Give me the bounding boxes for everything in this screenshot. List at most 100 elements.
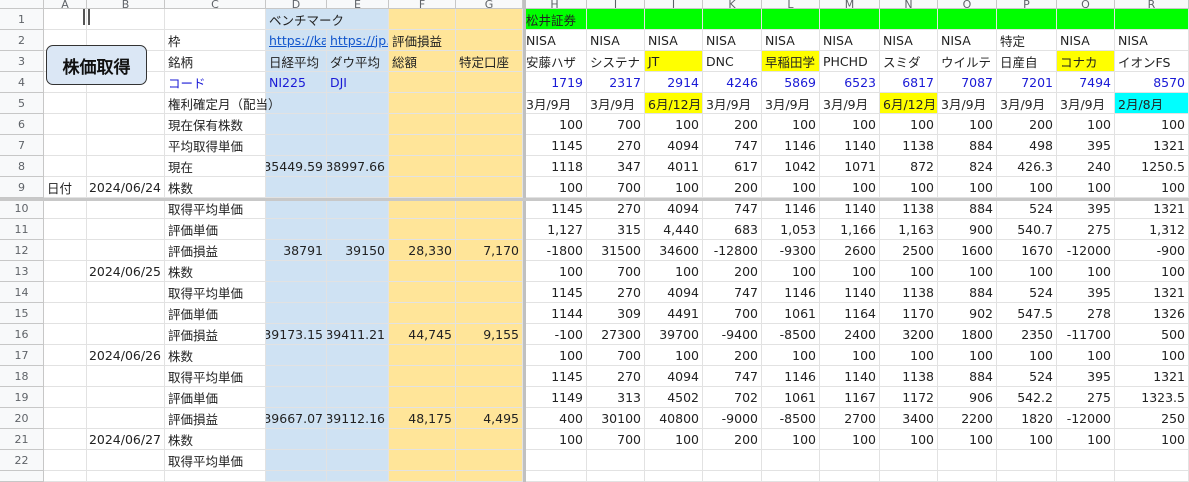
label-nikkei[interactable]: 日経平均	[266, 51, 327, 72]
grid-cell[interactable]	[87, 135, 165, 156]
row-label[interactable]: 株数	[165, 345, 266, 366]
grid-cell[interactable]	[762, 450, 820, 471]
stock-name[interactable]: PHCHD	[820, 51, 880, 72]
grid-cell[interactable]	[880, 450, 938, 471]
grid-cell[interactable]	[266, 177, 327, 198]
grid-cell[interactable]	[44, 261, 87, 282]
grid-cell[interactable]	[266, 282, 327, 303]
stock-record-month[interactable]: 6月/12月	[880, 93, 938, 114]
stock-value[interactable]: 250	[1115, 408, 1189, 429]
grid-cell[interactable]	[165, 471, 266, 482]
stock-value[interactable]: 395	[1057, 366, 1115, 387]
grid-cell[interactable]	[44, 324, 87, 345]
row-header[interactable]: 7	[0, 135, 44, 156]
stock-value[interactable]: 100	[880, 177, 938, 198]
grid-cell[interactable]	[456, 429, 523, 450]
grid-cell[interactable]	[87, 450, 165, 471]
grid-cell[interactable]	[389, 450, 456, 471]
stock-value[interactable]: 1321	[1115, 366, 1189, 387]
stock-name[interactable]: 早稲田学	[762, 51, 820, 72]
grid-cell[interactable]	[880, 9, 938, 30]
stock-value[interactable]: 34600	[645, 240, 703, 261]
benchmark-title[interactable]: ベンチマーク	[266, 9, 389, 30]
grid-cell[interactable]	[703, 450, 762, 471]
stock-code[interactable]: 4246	[703, 72, 762, 93]
stock-record-month[interactable]: 3月/9月	[1057, 93, 1115, 114]
pl-nikkei[interactable]: 39173.15	[266, 324, 327, 345]
row-header[interactable]: 22	[0, 450, 44, 471]
stock-value[interactable]: -9000	[703, 408, 762, 429]
grid-cell[interactable]	[44, 219, 87, 240]
stock-value[interactable]: 315	[587, 219, 645, 240]
grid-cell[interactable]	[87, 408, 165, 429]
stock-value[interactable]: 524	[997, 198, 1057, 219]
grid-cell[interactable]	[456, 198, 523, 219]
stock-value[interactable]: 4502	[645, 387, 703, 408]
row-header[interactable]: 19	[0, 387, 44, 408]
column-header[interactable]: F	[389, 0, 456, 9]
stock-value[interactable]: 3200	[880, 324, 938, 345]
column-header[interactable]: D	[266, 0, 327, 9]
grid-cell[interactable]	[44, 114, 87, 135]
grid-cell[interactable]	[44, 135, 87, 156]
stock-frame[interactable]: NISA	[820, 30, 880, 51]
stock-value[interactable]: 3400	[880, 408, 938, 429]
stock-value[interactable]: 1061	[762, 303, 820, 324]
grid-cell[interactable]	[997, 9, 1057, 30]
stock-value[interactable]: 4094	[645, 198, 703, 219]
stock-holding[interactable]: 200	[703, 114, 762, 135]
grid-cell[interactable]	[327, 282, 389, 303]
stock-holding[interactable]: 100	[880, 114, 938, 135]
stock-code[interactable]: 7087	[938, 72, 997, 93]
grid-cell[interactable]	[456, 366, 523, 387]
grid-cell[interactable]	[389, 471, 456, 482]
stock-value[interactable]: 1138	[880, 366, 938, 387]
stock-current[interactable]: 4011	[645, 156, 703, 177]
column-header[interactable]: O	[938, 0, 997, 9]
stock-value[interactable]: 1,163	[880, 219, 938, 240]
grid-cell[interactable]	[44, 366, 87, 387]
grid-cell[interactable]	[87, 156, 165, 177]
grid-cell[interactable]	[87, 198, 165, 219]
grid-cell[interactable]	[266, 261, 327, 282]
grid-cell[interactable]	[87, 303, 165, 324]
stock-name[interactable]: コナカ	[1057, 51, 1115, 72]
column-header[interactable]: K	[703, 0, 762, 9]
stock-code[interactable]: 6817	[880, 72, 938, 93]
column-header[interactable]: R	[1115, 0, 1189, 9]
stock-value[interactable]: 100	[523, 345, 587, 366]
stock-frame[interactable]: NISA	[880, 30, 938, 51]
stock-value[interactable]: 100	[820, 429, 880, 450]
stock-name[interactable]: JT	[645, 51, 703, 72]
stock-value[interactable]: 700	[587, 261, 645, 282]
current-nikkei[interactable]: 35449.59	[266, 156, 327, 177]
stock-value[interactable]: 906	[938, 387, 997, 408]
stock-record-month[interactable]: 3月/9月	[762, 93, 820, 114]
stock-value[interactable]: 1820	[997, 408, 1057, 429]
stock-value[interactable]: 902	[938, 303, 997, 324]
stock-value[interactable]: 100	[820, 345, 880, 366]
label-current[interactable]: 現在	[165, 156, 266, 177]
stock-value[interactable]: 278	[1057, 303, 1115, 324]
grid-cell[interactable]	[523, 471, 587, 482]
stock-value[interactable]: 200	[703, 177, 762, 198]
grid-cell[interactable]	[87, 366, 165, 387]
stock-holding[interactable]: 100	[938, 114, 997, 135]
stock-value[interactable]: 1149	[523, 387, 587, 408]
row-header[interactable]: 3	[0, 51, 44, 72]
grid-cell[interactable]	[44, 408, 87, 429]
grid-cell[interactable]	[44, 282, 87, 303]
pl-total[interactable]: 28,330	[389, 240, 456, 261]
grid-cell[interactable]	[389, 261, 456, 282]
stock-value[interactable]: 100	[762, 177, 820, 198]
row-header[interactable]: 8	[0, 156, 44, 177]
grid-cell[interactable]	[165, 9, 266, 30]
grid-cell[interactable]	[87, 324, 165, 345]
stock-value[interactable]: 100	[762, 429, 820, 450]
stock-name[interactable]: スミダ	[880, 51, 938, 72]
stock-value[interactable]: 1,053	[762, 219, 820, 240]
grid-cell[interactable]	[327, 366, 389, 387]
stock-value[interactable]: 100	[523, 429, 587, 450]
stock-value[interactable]: 100	[762, 261, 820, 282]
grid-cell[interactable]	[44, 303, 87, 324]
